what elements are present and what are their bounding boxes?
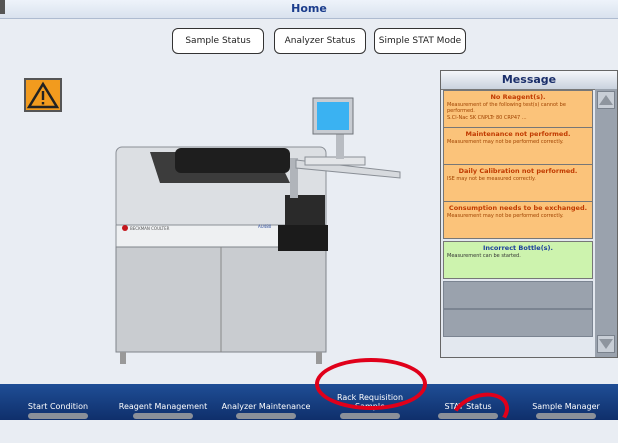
warning-button[interactable] — [24, 78, 62, 112]
warning-triangle-icon — [26, 81, 60, 109]
scroll-up-arrow-icon — [599, 95, 613, 105]
title-bar: Home — [0, 0, 618, 19]
analyzer-image: BECKMAN COULTER AU480 — [115, 97, 401, 364]
message-text: Measurement may not be performed correct… — [447, 139, 564, 145]
scroll-up-button[interactable] — [597, 91, 615, 109]
annotation-circle — [315, 358, 427, 410]
message-title: Incorrect Bottle(s). — [483, 244, 553, 252]
message-item-consumption[interactable]: Consumption needs to be exchanged. Measu… — [443, 201, 593, 239]
nav-label: Analyzer Maintenance — [221, 402, 311, 411]
page-title: Home — [291, 2, 327, 15]
message-text: ISE may not be measured correctly. — [447, 176, 536, 182]
nav-label: Reagent Management — [118, 402, 208, 411]
reagent-management-button[interactable]: Reagent Management — [115, 384, 211, 420]
nav-label: Start Condition — [27, 402, 89, 411]
message-detail: S.Cl-Nac SK CNPLTr 80 CRP47 ... — [447, 115, 527, 121]
analyzer-brand: BECKMAN COULTER — [130, 226, 170, 231]
scroll-down-button[interactable] — [597, 335, 615, 353]
simple-stat-mode-button[interactable]: Simple STAT Mode — [374, 28, 466, 54]
message-item-maintenance[interactable]: Maintenance not performed. Measurement m… — [443, 127, 593, 165]
empty-message-row — [443, 309, 593, 337]
brand-logo — [122, 225, 128, 231]
analyzer-maintenance-button[interactable]: Analyzer Maintenance — [218, 384, 314, 420]
sample-manager-button[interactable]: Sample Manager — [518, 384, 614, 420]
message-text: Measurement can be started. — [447, 253, 521, 259]
nav-indicator — [536, 413, 596, 419]
message-item-incorrect-bottle[interactable]: Incorrect Bottle(s). Measurement can be … — [443, 241, 593, 279]
message-panel: Message No Reagent(s). Measurement of th… — [440, 70, 618, 358]
message-title: No Reagent(s). — [490, 93, 546, 101]
sample-status-button[interactable]: Sample Status — [172, 28, 264, 54]
analyzer-monitor-screen — [317, 102, 349, 130]
message-title: Daily Calibration not performed. — [458, 167, 578, 175]
nav-indicator — [133, 413, 193, 419]
message-text: Measurement may not be performed correct… — [447, 213, 564, 219]
message-panel-title: Message — [441, 71, 617, 90]
start-condition-button[interactable]: Start Condition — [10, 384, 106, 420]
analyzer-model: AU480 — [258, 224, 272, 229]
nav-indicator — [236, 413, 296, 419]
nav-label: Sample Manager — [532, 402, 600, 411]
scroll-down-arrow-icon — [599, 339, 613, 349]
message-text: Measurement of the following test(s) can… — [447, 102, 566, 114]
analyzer-status-button[interactable]: Analyzer Status — [274, 28, 366, 54]
message-title: Maintenance not performed. — [465, 130, 571, 138]
message-item-no-reagent[interactable]: No Reagent(s). Measurement of the follow… — [443, 90, 593, 128]
bottom-navigation: Start Condition Reagent Management Analy… — [0, 384, 618, 420]
message-title: Consumption needs to be exchanged. — [448, 204, 588, 212]
message-scrollbar[interactable] — [595, 89, 617, 357]
nav-indicator — [340, 413, 400, 419]
nav-indicator — [28, 413, 88, 419]
message-item-daily-calibration[interactable]: Daily Calibration not performed. ISE may… — [443, 164, 593, 202]
empty-message-row — [443, 281, 593, 309]
